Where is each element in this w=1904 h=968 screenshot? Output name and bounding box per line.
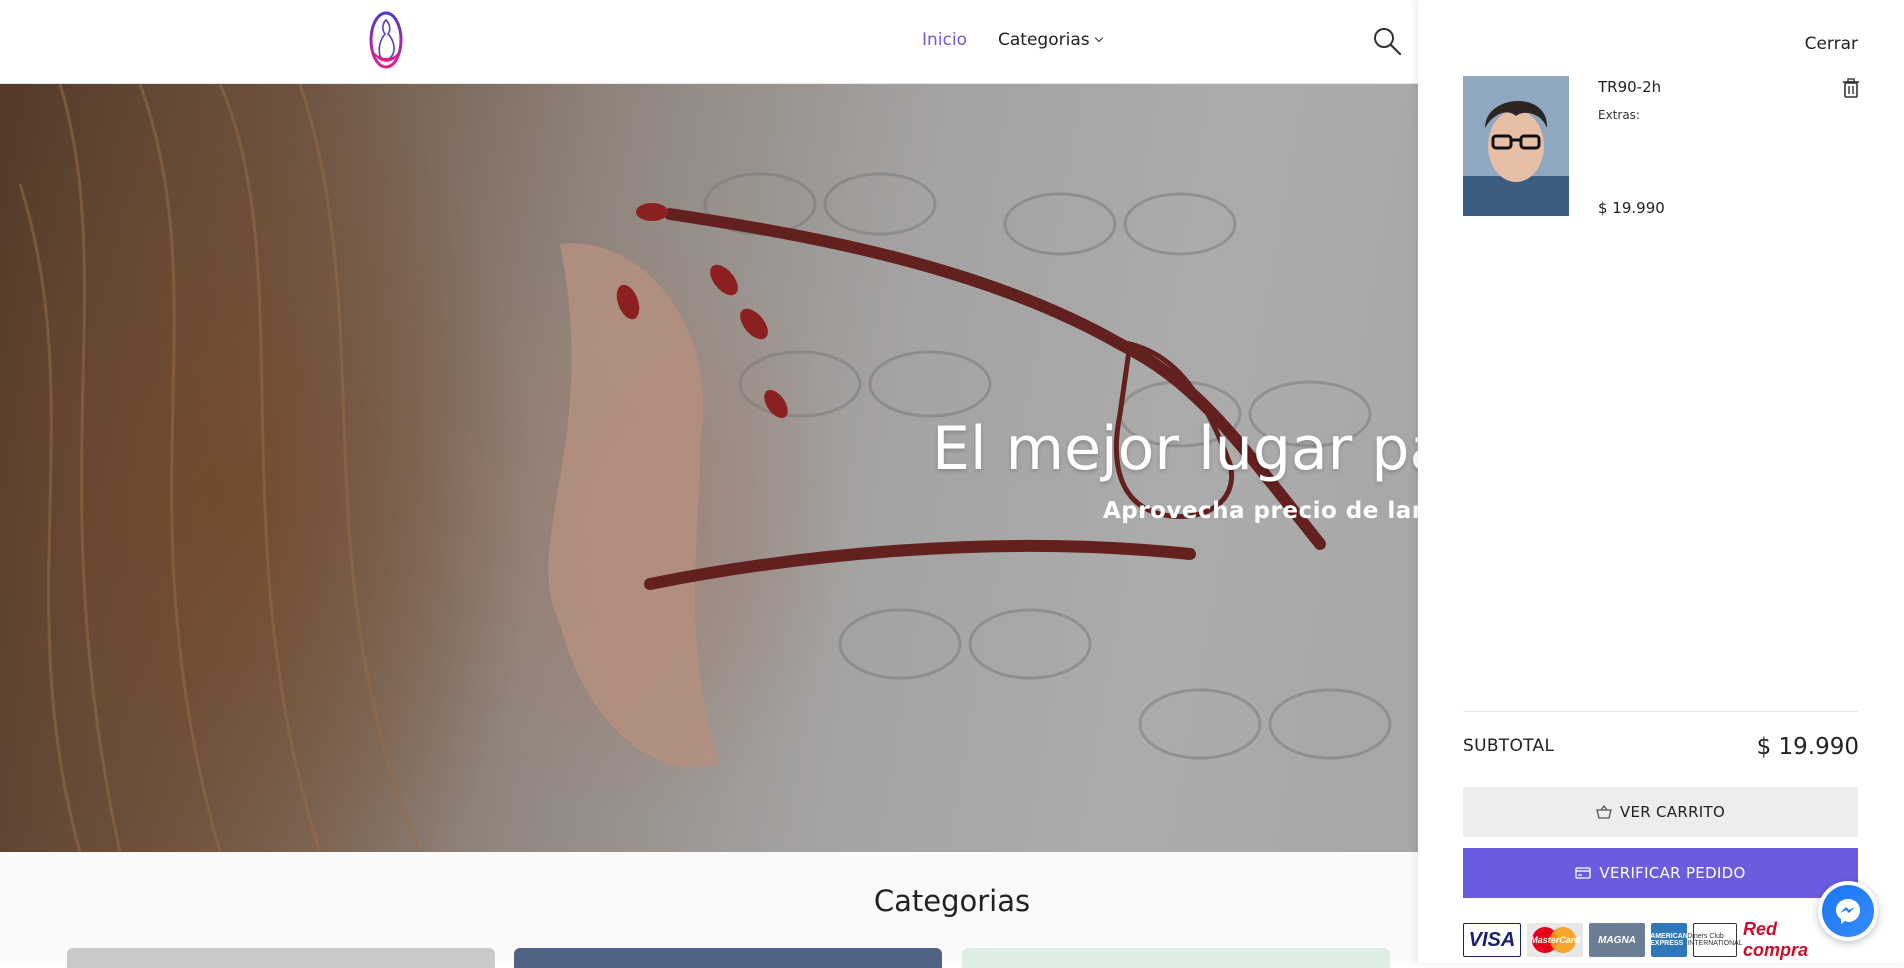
checkout-label: VERIFICAR PEDIDO	[1599, 864, 1746, 882]
nav-home-link[interactable]: Inicio	[922, 30, 967, 50]
view-cart-button[interactable]: VER CARRITO	[1463, 787, 1858, 837]
magna-logo: MAGNA	[1589, 923, 1645, 957]
cart-item: TR90-2h Extras: $ 19.990	[1463, 76, 1860, 217]
hero-banner: El mejor lugar par Aprovecha precio de l…	[0, 84, 1418, 852]
chevron-down-icon	[1094, 33, 1103, 43]
amex-logo: AMERICAN EXPRESS	[1650, 923, 1688, 957]
cart-item-price: $ 19.990	[1598, 199, 1665, 217]
basket-icon	[1596, 805, 1612, 819]
divider	[1463, 711, 1858, 712]
hero-title: El mejor lugar par	[932, 414, 1418, 484]
cart-item-extras: Extras:	[1598, 108, 1640, 122]
checkout-button[interactable]: VERIFICAR PEDIDO	[1463, 848, 1858, 898]
categories-section: Categorias	[0, 852, 1418, 968]
diners-logo: Diners Club INTERNATIONAL	[1687, 923, 1743, 957]
category-card[interactable]	[514, 948, 942, 968]
cart-item-name[interactable]: TR90-2h	[1598, 78, 1661, 96]
credit-card-icon	[1575, 867, 1592, 879]
nav-categories-label: Categorias	[998, 30, 1090, 50]
nav-categories-dropdown[interactable]: Categorias	[998, 30, 1103, 50]
mastercard-text: MasterCard	[1530, 935, 1580, 945]
payment-methods: VISA MasterCard MAGNA AMERICAN EXPRESS D…	[1463, 919, 1858, 963]
category-card[interactable]	[962, 948, 1390, 968]
cart-drawer: Cerrar TR90-2h Extras: $ 19.990 SUBTOTAL…	[1418, 0, 1904, 963]
view-cart-label: VER CARRITO	[1619, 803, 1726, 821]
brand-logo[interactable]	[366, 10, 406, 70]
close-drawer-button[interactable]: Cerrar	[1805, 34, 1858, 54]
search-icon[interactable]	[1372, 26, 1402, 56]
messenger-chat-button[interactable]	[1818, 881, 1878, 941]
subtotal-label: SUBTOTAL	[1463, 736, 1555, 756]
visa-logo: VISA	[1463, 923, 1521, 957]
site-header: Inicio Categorias	[0, 0, 1418, 84]
product-thumbnail[interactable]	[1463, 76, 1569, 216]
mastercard-logo: MasterCard	[1527, 923, 1583, 957]
messenger-icon	[1836, 899, 1860, 924]
hero-subtitle: Aprovecha precio de lanz	[1103, 498, 1418, 524]
subtotal-value: $ 19.990	[1756, 734, 1859, 760]
trash-icon[interactable]	[1842, 78, 1860, 98]
category-card[interactable]	[67, 948, 495, 968]
